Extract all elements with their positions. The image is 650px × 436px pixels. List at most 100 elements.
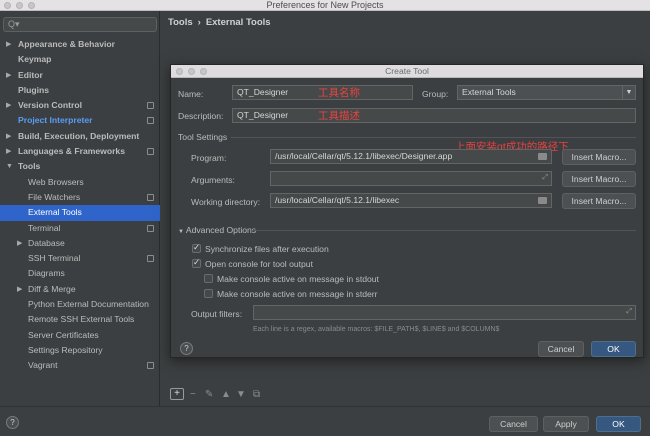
preferences-apply-button[interactable]: Apply [543,416,589,432]
folder-icon[interactable] [538,153,547,160]
program-label: Program: [191,153,227,163]
project-scope-icon [147,102,154,110]
chevron-right-icon[interactable]: ▶ [6,98,11,113]
tool-settings-header: Tool Settings [178,132,228,142]
dialog-titlebar: Create Tool [171,65,643,78]
chevron-down-icon: ▼ [178,229,184,235]
workdir-insert-macro-button[interactable]: Insert Macro... [562,193,636,209]
project-scope-icon [147,117,154,125]
preferences-footer: ? Cancel Apply OK [0,406,650,436]
expand-icon[interactable]: ⤢ [626,305,632,318]
console-stdout-checkbox[interactable] [204,274,213,283]
sidebar-item-web-browsers[interactable]: Web Browsers [0,175,160,190]
remove-tool-button[interactable]: − [190,389,196,400]
sidebar-item-external-tools[interactable]: External Tools [0,205,160,221]
name-label: Name: [178,89,204,99]
sidebar-item-remote-ssh-tools[interactable]: Remote SSH External Tools [0,312,160,327]
preferences-ok-button[interactable]: OK [596,416,641,432]
help-button[interactable]: ? [6,416,19,429]
copy-tool-icon[interactable]: ⧉ [253,389,260,400]
preferences-cancel-button[interactable]: Cancel [489,416,538,432]
arguments-label: Arguments: [191,175,235,185]
sidebar-item-plugins[interactable]: Plugins [0,83,160,98]
output-filters-label: Output filters: [191,309,243,319]
sidebar-item-ssh-terminal[interactable]: SSH Terminal [0,251,160,266]
dialog-cancel-button[interactable]: Cancel [538,341,584,357]
output-filters-hint: Each line is a regex, available macros: … [253,326,500,333]
description-input[interactable]: QT_Designer [232,108,636,123]
name-annotation: 工具名称 [318,87,360,99]
sidebar-item-diff-merge[interactable]: ▶ Diff & Merge [0,282,160,297]
advanced-options-toggle[interactable]: ▼ Advanced Options [178,225,256,235]
external-tools-toolbar: + − ✎ ▲ ▼ ⧉ [160,383,650,406]
project-scope-icon [147,224,154,232]
sidebar-item-terminal[interactable]: Terminal [0,221,160,236]
chevron-right-icon[interactable]: ▶ [17,282,22,297]
working-directory-value: /usr/local/Cellar/qt/5.12.1/libexec [275,195,400,205]
advanced-options-divider [253,230,636,231]
sidebar-item-settings-repository[interactable]: Settings Repository [0,343,160,358]
sidebar-item-database[interactable]: ▶ Database [0,236,160,251]
sidebar-item-editor[interactable]: ▶ Editor [0,68,160,83]
folder-icon[interactable] [538,197,547,204]
sidebar-item-file-watchers[interactable]: File Watchers [0,190,160,205]
group-label: Group: [422,89,449,99]
move-up-icon[interactable]: ▲ [221,389,231,400]
settings-tree: ▶ Appearance & Behavior Keymap ▶ Editor Pl… [0,37,160,374]
chevron-right-icon[interactable]: ▶ [6,37,11,52]
working-directory-label: Working directory: [191,197,261,207]
arguments-input[interactable]: ⤢ [270,171,552,186]
breadcrumb: Tools › External Tools [168,17,276,28]
program-value: /usr/local/Cellar/qt/5.12.1/libexec/Desi… [275,151,453,161]
settings-sidebar: Q▾ ▶ Appearance & Behavior Keymap ▶ Editor… [0,11,160,406]
sync-files-label: Synchronize files after execution [205,244,329,254]
edit-tool-pencil-icon[interactable]: ✎ [205,389,213,400]
chevron-down-icon[interactable]: ▼ [622,86,635,99]
chevron-right-icon[interactable]: ▶ [6,68,11,83]
output-filters-input[interactable]: ⤢ [253,305,636,320]
open-console-checkbox[interactable] [192,257,201,268]
sidebar-item-languages[interactable]: ▶ Languages & Frameworks [0,144,160,159]
sidebar-item-appearance[interactable]: ▶ Appearance & Behavior [0,37,160,52]
settings-search-input[interactable]: Q▾ [3,17,157,32]
sidebar-item-diagrams[interactable]: Diagrams [0,266,160,281]
add-tool-button[interactable]: + [170,388,184,400]
chevron-right-icon[interactable]: ▶ [6,144,11,159]
sync-files-checkbox[interactable] [192,242,201,253]
chevron-right-icon[interactable]: ▶ [17,236,22,251]
project-scope-icon [147,148,154,156]
project-scope-icon [147,362,154,370]
advanced-options-label: Advanced Options [185,225,257,235]
sidebar-item-version-control[interactable]: ▶ Version Control [0,98,160,113]
chevron-down-icon[interactable]: ▼ [6,159,13,174]
program-insert-macro-button[interactable]: Insert Macro... [562,149,636,165]
dialog-help-button[interactable]: ? [180,342,193,355]
description-label: Description: [178,111,224,121]
sidebar-item-python-docs[interactable]: Python External Documentation [0,297,160,312]
console-stderr-label: Make console active on message in stderr [217,289,378,299]
expand-icon[interactable]: ⤢ [542,171,548,184]
sidebar-item-tools[interactable]: ▼ Tools [0,159,160,174]
console-stderr-checkbox[interactable] [204,289,213,298]
group-select[interactable]: External Tools ▼ [457,85,636,100]
sidebar-item-keymap[interactable]: Keymap [0,52,160,67]
sidebar-item-vagrant[interactable]: Vagrant [0,358,160,373]
project-scope-icon [147,255,154,263]
search-icon: Q▾ [8,19,20,29]
group-select-value: External Tools [462,87,516,97]
open-console-label: Open console for tool output [205,259,313,269]
sidebar-item-build[interactable]: ▶ Build, Execution, Deployment [0,129,160,144]
breadcrumb-tools[interactable]: Tools [168,17,193,28]
arguments-insert-macro-button[interactable]: Insert Macro... [562,171,636,187]
move-down-icon[interactable]: ▼ [236,389,246,400]
dialog-ok-button[interactable]: OK [591,341,636,357]
chevron-right-icon[interactable]: ▶ [6,129,11,144]
working-directory-input[interactable]: /usr/local/Cellar/qt/5.12.1/libexec [270,193,552,208]
sidebar-item-server-certificates[interactable]: Server Certificates [0,328,160,343]
project-scope-icon [147,193,154,201]
program-input[interactable]: /usr/local/Cellar/qt/5.12.1/libexec/Desi… [270,149,552,164]
breadcrumb-separator: › [197,17,201,28]
console-stdout-label: Make console active on message in stdout [217,274,379,284]
sidebar-item-project-interpreter[interactable]: Project Interpreter [0,113,160,128]
tool-settings-divider [231,137,636,138]
